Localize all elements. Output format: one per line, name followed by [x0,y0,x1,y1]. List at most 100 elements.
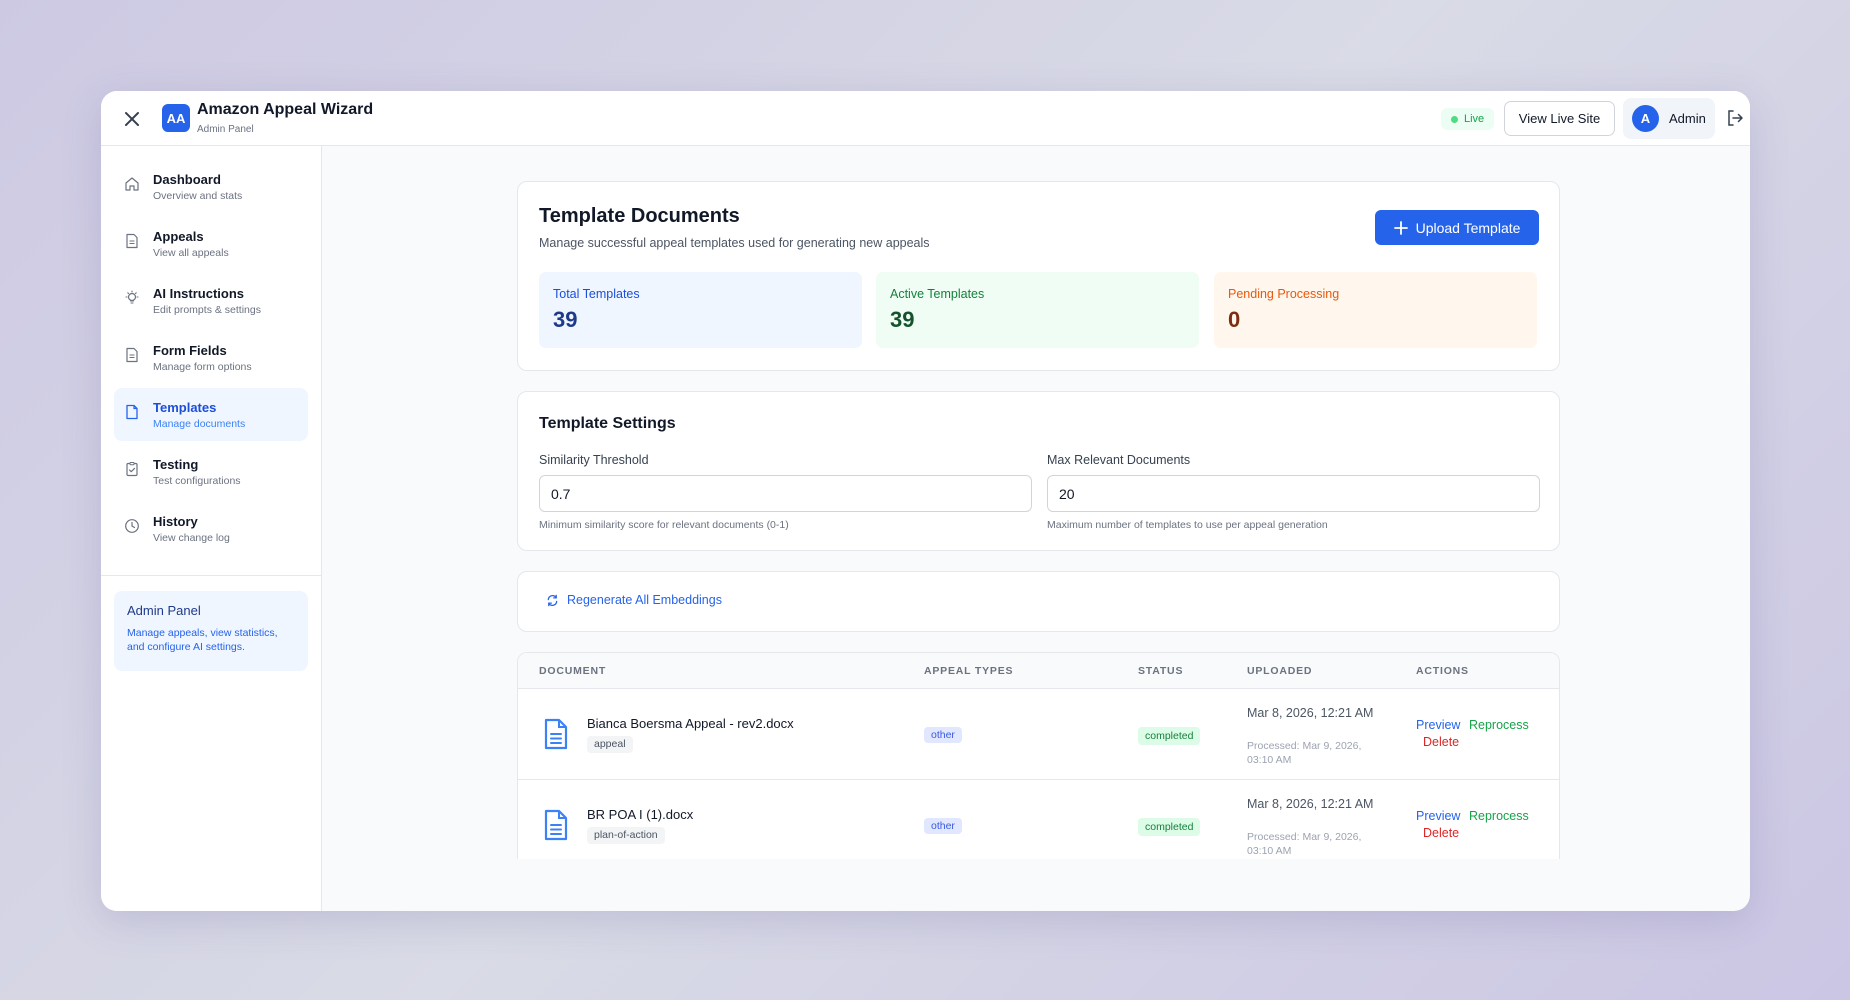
max-docs-input[interactable] [1047,475,1540,512]
home-icon [125,177,139,191]
similarity-threshold-label: Similarity Threshold [539,453,649,467]
sidebar-item-label: History [153,514,198,529]
app-subtitle: Admin Panel [197,124,254,135]
stat-label: Active Templates [890,287,985,301]
logout-icon[interactable] [1726,109,1744,127]
appeal-type-badge: other [924,818,962,834]
sidebar-item-desc: View change log [153,532,230,544]
stat-label: Total Templates [553,287,640,301]
page-title: Template Documents [539,205,740,227]
status-badge: completed [1138,818,1201,836]
reprocess-link[interactable]: Reprocess [1469,809,1529,823]
stat-value: 0 [1228,307,1241,332]
templates-table: DOCUMENT APPEAL TYPES STATUS UPLOADED AC… [517,652,1560,859]
table-row: Bianca Boersma Appeal - rev2.docx appeal… [518,689,1559,780]
regenerate-embeddings-button[interactable]: Regenerate All Embeddings [546,593,722,607]
info-card-title: Admin Panel [127,603,201,618]
sidebar-item-desc: Manage documents [153,418,246,430]
column-header-document[interactable]: DOCUMENT [539,665,606,677]
sidebar-item-label: Appeals [153,229,204,244]
document-name: BR POA I (1).docx [587,807,694,822]
sidebar: Dashboard Overview and stats Appeals Vie… [101,146,322,911]
sidebar-item-desc: View all appeals [153,247,229,259]
view-live-site-button[interactable]: View Live Site [1504,101,1615,136]
stat-value: 39 [890,307,915,332]
table-row: BR POA I (1).docx plan-of-action other c… [518,780,1559,859]
column-header-status[interactable]: STATUS [1138,665,1183,677]
file-icon [126,404,138,420]
stat-active-templates: Active Templates 39 [876,272,1199,348]
regenerate-card: Regenerate All Embeddings [517,571,1560,632]
sidebar-item-label: Form Fields [153,343,227,358]
table-header: DOCUMENT APPEAL TYPES STATUS UPLOADED AC… [518,653,1559,689]
sidebar-item-desc: Edit prompts & settings [153,304,261,316]
file-text-icon [126,347,138,363]
sidebar-item-label: Dashboard [153,172,221,187]
info-card-text: Manage appeals, view statistics, and con… [127,627,278,653]
user-name: Admin [1669,111,1706,126]
appeal-type-badge: other [924,727,962,743]
stat-total-templates: Total Templates 39 [539,272,862,348]
document-icon [544,718,568,750]
sidebar-item-history[interactable]: History View change log [114,502,308,555]
uploaded-date: Mar 8, 2026, 12:21 AM [1247,706,1374,720]
sidebar-item-label: Templates [153,400,217,415]
regenerate-label: Regenerate All Embeddings [567,593,722,607]
column-header-appeal-types[interactable]: APPEAL TYPES [924,665,1013,677]
stat-pending-processing: Pending Processing 0 [1214,272,1537,348]
max-docs-help: Maximum number of templates to use per a… [1047,519,1328,531]
sidebar-divider [101,575,321,576]
similarity-threshold-input[interactable] [539,475,1032,512]
column-header-uploaded[interactable]: UPLOADED [1247,665,1312,677]
preview-link[interactable]: Preview [1416,809,1460,823]
upload-template-label: Upload Template [1415,219,1521,236]
status-badge: completed [1138,727,1201,745]
sidebar-item-ai-instructions[interactable]: AI Instructions Edit prompts & settings [114,274,308,327]
live-label: Live [1464,113,1485,125]
delete-link[interactable]: Delete [1423,826,1459,840]
sidebar-item-label: Testing [153,457,199,472]
delete-link[interactable]: Delete [1423,735,1459,749]
clock-icon [125,519,139,533]
file-text-icon [126,233,138,249]
preview-link[interactable]: Preview [1416,718,1460,732]
user-menu[interactable]: A Admin [1623,98,1715,139]
template-settings-card: Template Settings Similarity Threshold M… [517,391,1560,551]
settings-title: Template Settings [539,415,676,432]
processed-date: Processed: Mar 9, 2026, 03:10 AM [1247,740,1362,766]
sidebar-item-dashboard[interactable]: Dashboard Overview and stats [114,160,308,213]
reprocess-link[interactable]: Reprocess [1469,718,1529,732]
sidebar-item-templates[interactable]: Templates Manage documents [114,388,308,441]
sidebar-item-desc: Manage form options [153,361,252,373]
refresh-icon [547,594,558,606]
stat-value: 39 [553,307,578,332]
stat-label: Pending Processing [1228,287,1340,301]
similarity-threshold-help: Minimum similarity score for relevant do… [539,519,789,531]
app-window: AA Amazon Appeal Wizard Admin Panel Live… [101,91,1750,911]
document-name: Bianca Boersma Appeal - rev2.docx [587,716,794,731]
document-icon [544,809,568,841]
avatar: A [1632,105,1659,132]
admin-info-card: Admin Panel Manage appeals, view statist… [114,591,308,671]
close-icon[interactable] [121,108,143,130]
lightbulb-icon [125,290,139,304]
uploaded-date: Mar 8, 2026, 12:21 AM [1247,797,1374,811]
live-dot-icon [1451,115,1458,123]
column-header-actions: ACTIONS [1416,665,1469,677]
app-logo: AA [162,104,190,132]
sidebar-item-desc: Test configurations [153,475,241,487]
sidebar-item-desc: Overview and stats [153,190,243,202]
clipboard-check-icon [126,462,138,477]
document-tag: appeal [587,736,633,753]
sidebar-item-testing[interactable]: Testing Test configurations [114,445,308,498]
document-tag: plan-of-action [587,827,665,844]
upload-template-button[interactable]: Upload Template [1375,210,1539,245]
sidebar-item-label: AI Instructions [153,286,245,301]
sidebar-item-form-fields[interactable]: Form Fields Manage form options [114,331,308,384]
template-documents-card: Template Documents Manage successful app… [517,181,1560,371]
app-title: Amazon Appeal Wizard [197,101,374,118]
live-status-badge: Live [1441,108,1495,130]
max-docs-label: Max Relevant Documents [1047,453,1191,467]
sidebar-item-appeals[interactable]: Appeals View all appeals [114,217,308,270]
top-header: AA Amazon Appeal Wizard Admin Panel Live… [101,91,1750,146]
